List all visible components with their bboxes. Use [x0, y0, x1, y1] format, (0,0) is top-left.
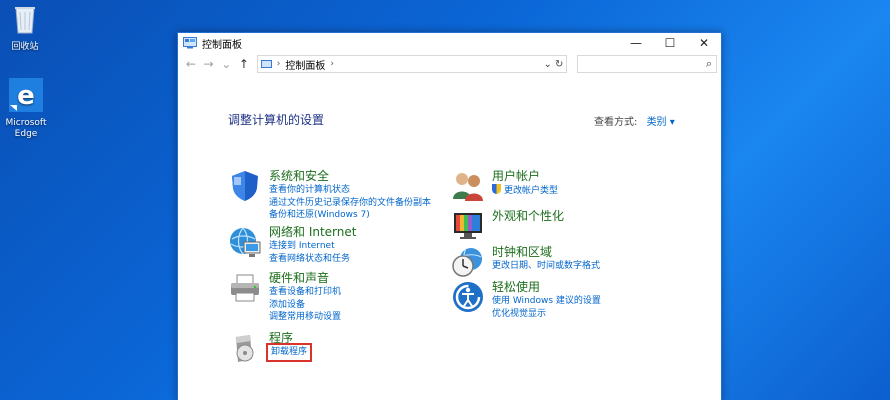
chevron-down-icon[interactable]: ⌄: [544, 59, 552, 70]
ease-of-access-icon[interactable]: [451, 280, 485, 314]
category-title[interactable]: 用户帐户: [492, 169, 558, 184]
category-title[interactable]: 硬件和声音: [269, 271, 341, 286]
category-title[interactable]: 网络和 Internet: [269, 225, 356, 240]
printer-icon[interactable]: [228, 271, 262, 305]
programs-icon[interactable]: [228, 331, 262, 365]
forward-arrow-icon[interactable]: →: [200, 57, 218, 71]
category-clock-region: 时钟和区域 更改日期、时间或数字格式: [451, 245, 600, 279]
link-change-account-type[interactable]: 更改帐户类型: [492, 184, 558, 198]
category-hardware-sound: 硬件和声音 查看设备和打印机 添加设备 调整常用移动设置: [228, 271, 341, 324]
link-file-history[interactable]: 通过文件历史记录保存你的文件备份副本: [269, 197, 431, 210]
category-ease-of-access: 轻松使用 使用 Windows 建议的设置 优化视觉显示: [451, 280, 601, 320]
edge-desktop-icon[interactable]: e Microsoft Edge: [0, 78, 54, 140]
control-panel-icon: [183, 37, 197, 49]
globe-network-icon[interactable]: [228, 225, 262, 259]
users-icon[interactable]: [451, 169, 485, 203]
category-appearance: 外观和个性化: [451, 209, 564, 243]
page-title: 调整计算机的设置: [228, 113, 325, 127]
edge-browser-icon: e: [9, 78, 43, 112]
close-button[interactable]: ✕: [687, 33, 721, 53]
chevron-right-icon: ›: [276, 59, 281, 69]
link-view-status[interactable]: 查看你的计算机状态: [269, 184, 431, 197]
view-by-label: 查看方式:: [594, 117, 638, 128]
link-backup-restore[interactable]: 备份和还原(Windows 7): [269, 209, 431, 222]
link-recommended-settings[interactable]: 使用 Windows 建议的设置: [492, 295, 601, 308]
minimize-button[interactable]: —: [619, 33, 653, 53]
category-title[interactable]: 轻松使用: [492, 280, 601, 295]
chevron-right-icon[interactable]: ›: [330, 59, 334, 69]
category-programs: 程序 卸载程序: [228, 331, 313, 365]
category-title[interactable]: 外观和个性化: [492, 209, 564, 224]
link-network-status[interactable]: 查看网络状态和任务: [269, 253, 356, 266]
link-add-device[interactable]: 添加设备: [269, 299, 341, 312]
svg-text:e: e: [17, 81, 35, 111]
category-title[interactable]: 系统和安全: [269, 169, 431, 184]
category-user-accounts: 用户帐户 更改帐户类型: [451, 169, 558, 203]
category-title[interactable]: 时钟和区域: [492, 245, 600, 260]
clock-globe-icon[interactable]: [451, 245, 485, 279]
link-mobility-settings[interactable]: 调整常用移动设置: [269, 311, 341, 324]
category-title[interactable]: 程序: [269, 331, 309, 346]
breadcrumb[interactable]: 控制面板: [285, 57, 325, 72]
shield-icon[interactable]: [228, 169, 262, 203]
refresh-icon[interactable]: ↻: [555, 59, 563, 70]
category-network-internet: 网络和 Internet 连接到 Internet 查看网络状态和任务: [228, 225, 356, 265]
control-panel-window: 控制面板 — ☐ ✕ ← → ⌄ ↑ › 控制面板 › ⌄ ↻ ⌕ 调整计算机的…: [177, 32, 722, 400]
view-by: 查看方式: 类别 ▾: [594, 113, 675, 128]
category-system-security: 系统和安全 查看你的计算机状态 通过文件历史记录保存你的文件备份副本 备份和还原…: [228, 169, 431, 222]
window-title: 控制面板: [202, 39, 242, 51]
recycle-bin-desktop-icon[interactable]: 回收站: [0, 2, 53, 53]
dropdown-recent-icon[interactable]: ⌄: [217, 57, 235, 71]
link-devices-printers[interactable]: 查看设备和打印机: [269, 286, 341, 299]
display-icon[interactable]: [451, 209, 485, 243]
address-row: ← → ⌄ ↑ › 控制面板 › ⌄ ↻ ⌕: [178, 53, 721, 75]
link-connect-internet[interactable]: 连接到 Internet: [269, 240, 356, 253]
link-optimize-visual[interactable]: 优化视觉显示: [492, 308, 601, 321]
address-bar[interactable]: › 控制面板 › ⌄ ↻: [256, 55, 568, 73]
control-panel-small-icon: [260, 59, 272, 68]
view-by-dropdown[interactable]: 类别 ▾: [647, 117, 675, 128]
content-area: 调整计算机的设置 查看方式: 类别 ▾ 系统和安全 查看你的计算机状态 通过文件…: [178, 75, 721, 400]
link-date-time-format[interactable]: 更改日期、时间或数字格式: [492, 260, 600, 273]
up-arrow-icon[interactable]: ↑: [235, 57, 253, 71]
edge-label: Microsoft Edge: [5, 118, 47, 139]
search-input[interactable]: ⌕: [577, 55, 717, 73]
search-icon[interactable]: ⌕: [706, 57, 712, 71]
recycle-bin-icon: [15, 7, 35, 34]
title-bar[interactable]: 控制面板 — ☐ ✕: [178, 33, 721, 53]
recycle-bin-label: 回收站: [11, 42, 39, 52]
back-arrow-icon[interactable]: ←: [182, 57, 200, 71]
maximize-button[interactable]: ☐: [653, 33, 687, 53]
link-uninstall-program[interactable]: 卸载程序: [265, 343, 313, 362]
